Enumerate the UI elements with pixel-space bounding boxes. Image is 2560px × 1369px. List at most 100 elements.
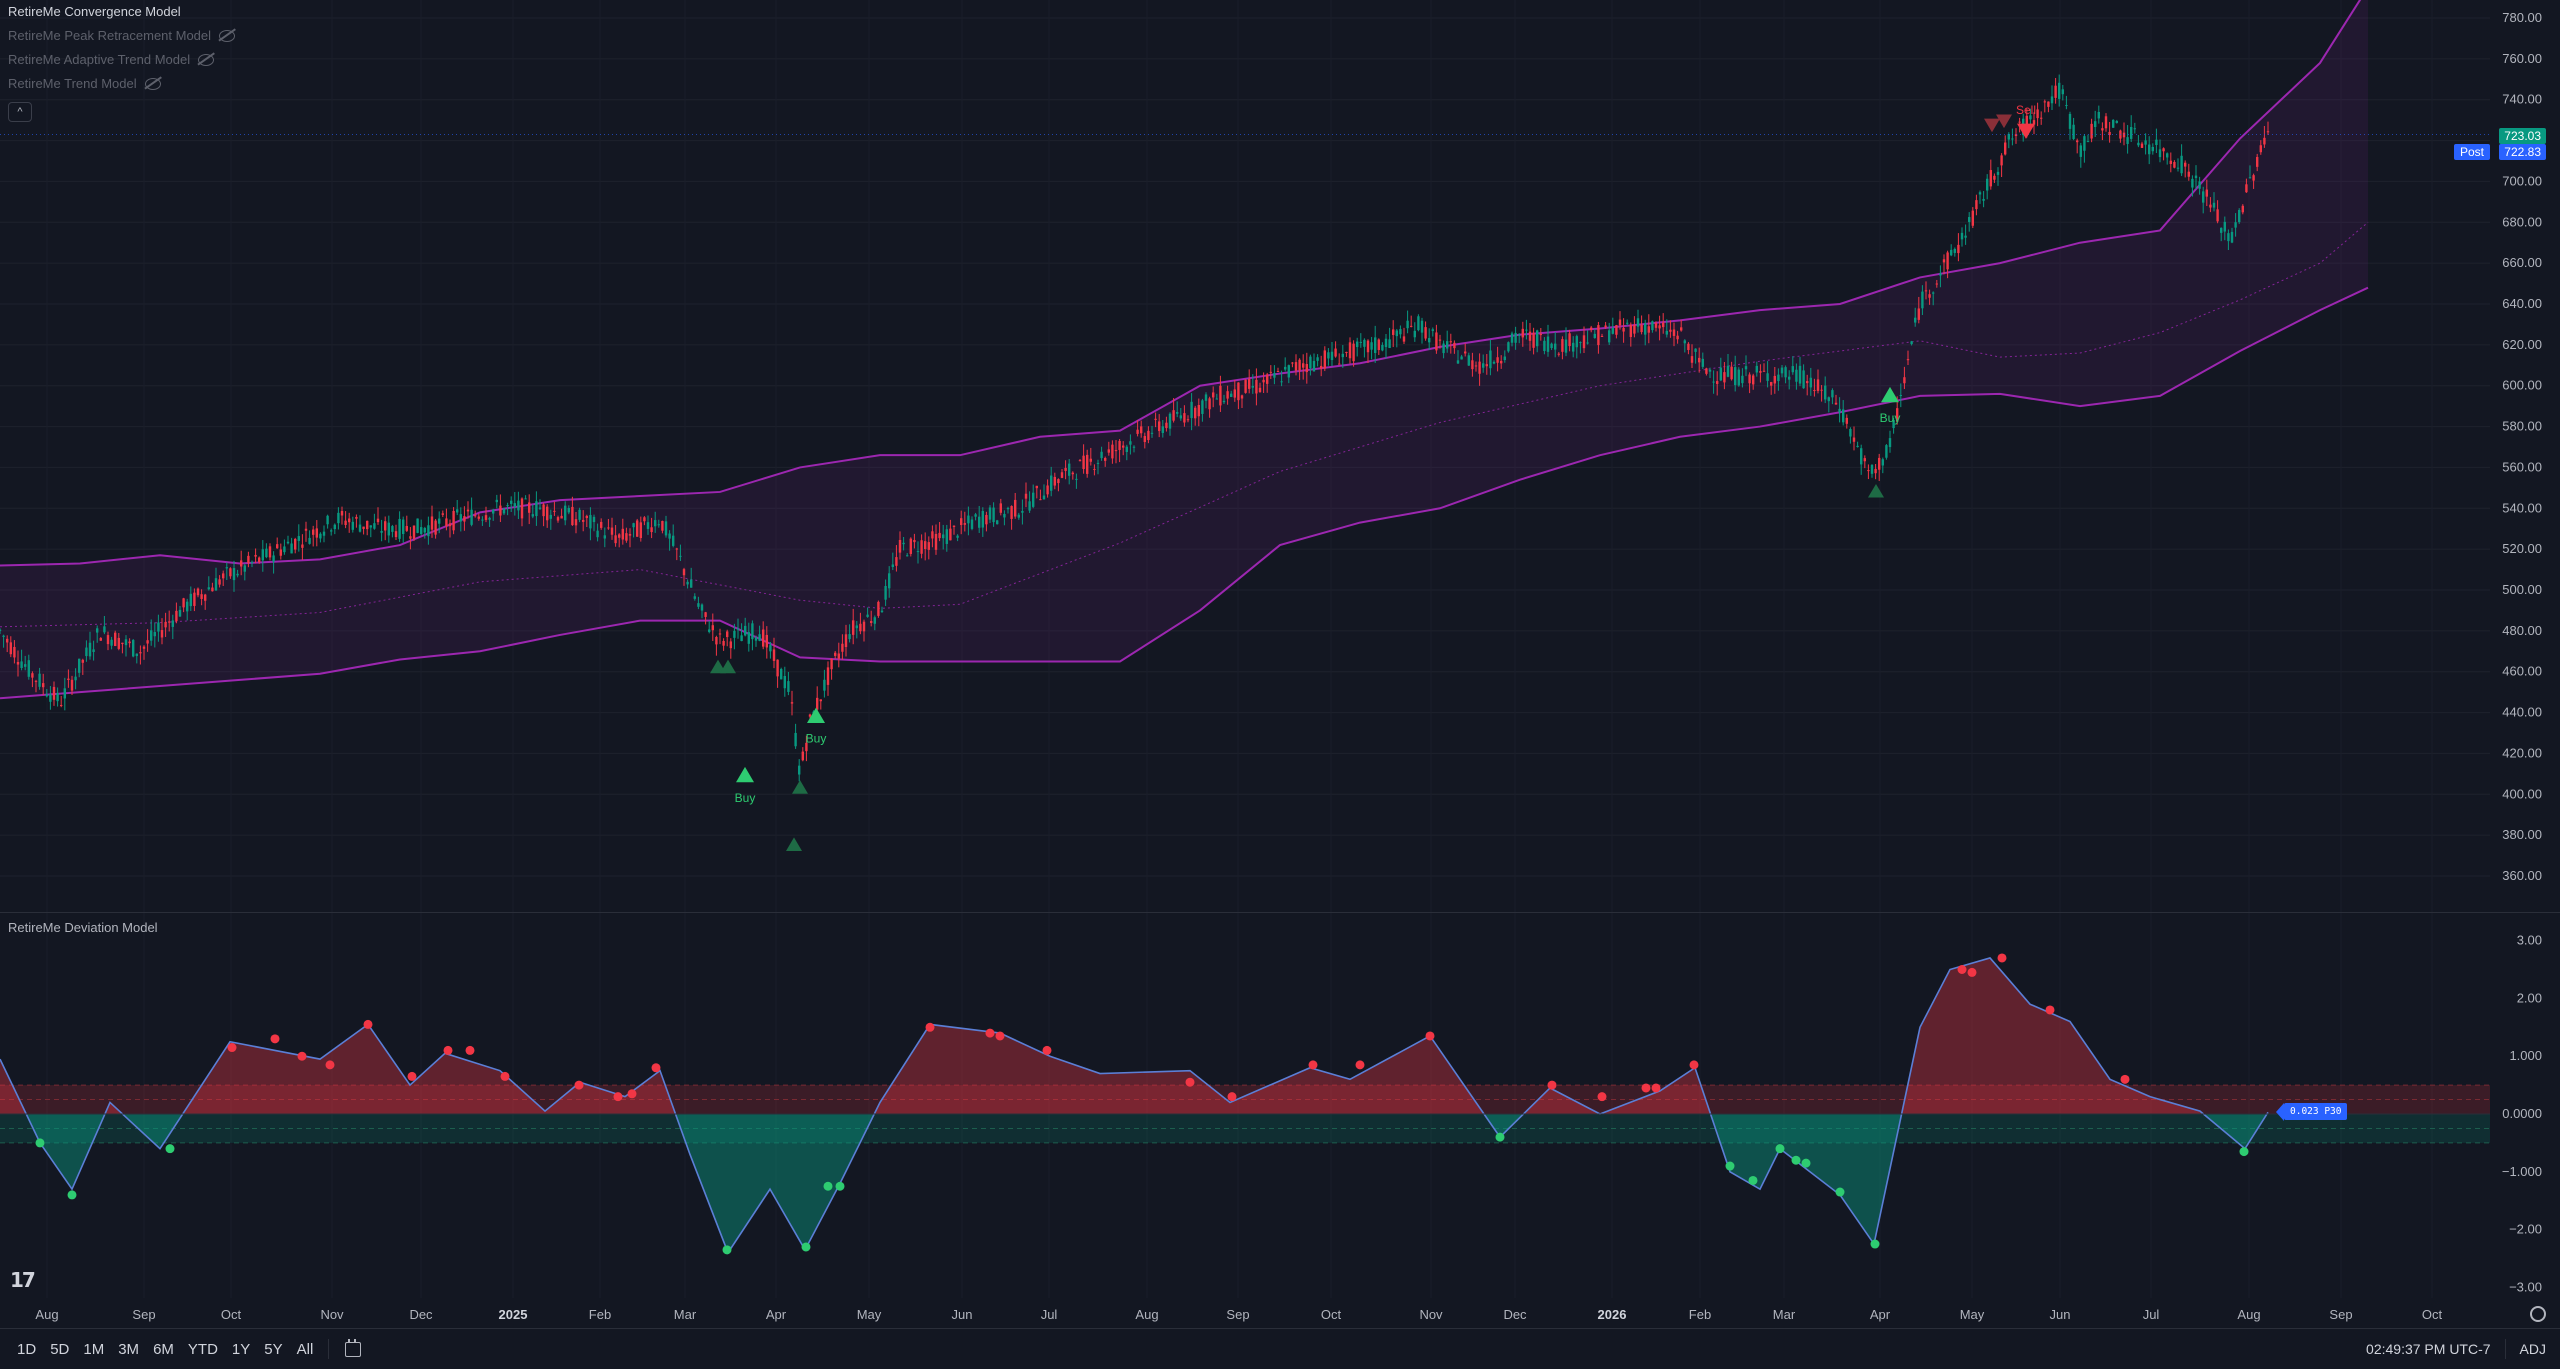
- candle-body: [1384, 338, 1388, 348]
- candle-body: [301, 544, 304, 548]
- sell-dot: [1689, 1060, 1699, 1070]
- candle-body: [1942, 259, 1946, 263]
- range-ytd-button[interactable]: YTD: [181, 1341, 225, 1358]
- sell-dot: [297, 1051, 307, 1061]
- candle-body: [481, 519, 484, 521]
- range-1d-button[interactable]: 1D: [10, 1341, 43, 1358]
- legend-item[interactable]: RetireMe Adaptive Trend Model: [8, 48, 235, 72]
- candle-body: [452, 510, 455, 531]
- adj-button[interactable]: ADJ: [2506, 1341, 2560, 1357]
- buy-dot: [1495, 1132, 1505, 1142]
- candle-body: [214, 578, 218, 591]
- range-1y-button[interactable]: 1Y: [225, 1341, 257, 1358]
- tradingview-logo[interactable]: 17: [10, 1268, 36, 1292]
- oscillator-title[interactable]: RetireMe Deviation Model: [8, 920, 158, 935]
- range-5d-button[interactable]: 5D: [43, 1341, 76, 1358]
- settings-icon[interactable]: [2530, 1306, 2546, 1322]
- legend-item[interactable]: RetireMe Peak Retracement Model: [8, 24, 236, 48]
- candle-body: [1870, 464, 1874, 474]
- candle-body: [243, 565, 246, 572]
- candle-body: [103, 626, 106, 633]
- candle-body: [459, 514, 462, 522]
- candle-body: [1464, 351, 1467, 354]
- candle-body: [1467, 355, 1470, 366]
- candle-body: [276, 544, 279, 549]
- candle-body: [589, 515, 592, 529]
- candle-body: [1096, 462, 1100, 464]
- candle-body: [542, 504, 545, 517]
- y-tick-label: 760.00: [2502, 51, 2542, 66]
- candle-body: [2137, 142, 2140, 146]
- candle-body: [1161, 426, 1164, 433]
- range-3m-button[interactable]: 3M: [111, 1341, 146, 1358]
- candle-body: [438, 518, 441, 524]
- candle-body: [664, 521, 668, 536]
- clock[interactable]: 02:49:37 PM UTC-7: [2352, 1341, 2505, 1357]
- candle-body: [1460, 356, 1463, 360]
- candle-body: [1546, 336, 1550, 352]
- sell-dot: [363, 1019, 373, 1029]
- candle-body: [1125, 446, 1128, 452]
- candle-body: [1518, 334, 1521, 336]
- candle-body: [384, 521, 387, 531]
- buy-marker-faint: [786, 837, 802, 851]
- eye-off-icon[interactable]: [219, 30, 236, 42]
- range-5y-button[interactable]: 5Y: [257, 1341, 289, 1358]
- calendar-icon[interactable]: [345, 1338, 362, 1357]
- candle-body: [1305, 363, 1308, 373]
- candle-body: [1730, 366, 1733, 380]
- candle-body: [1428, 338, 1431, 343]
- legend-item[interactable]: RetireMe Trend Model: [8, 72, 235, 96]
- candle-body: [549, 514, 552, 519]
- candle-body: [1136, 429, 1139, 434]
- range-6m-button[interactable]: 6M: [146, 1341, 181, 1358]
- candle-body: [441, 513, 444, 515]
- candle-body: [1885, 445, 1888, 458]
- candle-body: [1554, 343, 1557, 350]
- x-tick-label: Mar: [1773, 1307, 1796, 1322]
- candle-body: [567, 507, 570, 513]
- candle-body: [1672, 329, 1676, 336]
- candle-body: [1024, 493, 1028, 499]
- collapse-legend-button[interactable]: ^: [8, 102, 32, 122]
- range-1m-button[interactable]: 1M: [76, 1341, 111, 1358]
- y-tick-label: 500.00: [2502, 582, 2542, 597]
- candle-body: [1719, 367, 1722, 381]
- candle-body: [2245, 184, 2248, 193]
- candle-body: [387, 522, 390, 536]
- sell-dot: [1957, 965, 1967, 974]
- candle-body: [1982, 198, 1985, 201]
- chart-canvas[interactable]: 360.00 380.00 400.00 420.00 440.00 460.00 480.…: [0, 0, 2560, 1328]
- y-tick-label: 580.00: [2502, 419, 2542, 434]
- sell-dot: [325, 1060, 335, 1070]
- sell-dot: [1042, 1045, 1052, 1055]
- candle-body: [1525, 329, 1528, 331]
- range-all-button[interactable]: All: [290, 1341, 321, 1358]
- candle-body: [2266, 131, 2270, 133]
- candle-body: [1053, 476, 1056, 486]
- sell-dot: [613, 1092, 623, 1102]
- candle-body: [506, 505, 509, 507]
- candle-body: [333, 524, 336, 530]
- candle-body: [1323, 350, 1326, 369]
- candle-body: [1186, 419, 1190, 421]
- candle-body: [628, 534, 632, 536]
- pane-divider[interactable]: [0, 912, 2560, 913]
- candle-body: [675, 548, 678, 550]
- legend-main[interactable]: RetireMe Convergence Model: [8, 0, 235, 24]
- candle-body: [373, 523, 376, 529]
- y-tick-label: 700.00: [2502, 173, 2542, 188]
- candle-body: [1557, 353, 1560, 355]
- candle-body: [351, 521, 354, 530]
- candle-body: [888, 573, 891, 589]
- candle-body: [1975, 200, 1978, 210]
- candle-body: [1705, 368, 1708, 374]
- eye-off-icon[interactable]: [198, 54, 215, 66]
- candle-body: [762, 629, 765, 647]
- candle-body: [247, 555, 250, 564]
- candle-body: [420, 527, 423, 534]
- candle-body: [1154, 418, 1157, 420]
- candle-body: [1629, 324, 1632, 337]
- eye-off-icon[interactable]: [144, 78, 161, 90]
- candle-body: [1863, 458, 1866, 462]
